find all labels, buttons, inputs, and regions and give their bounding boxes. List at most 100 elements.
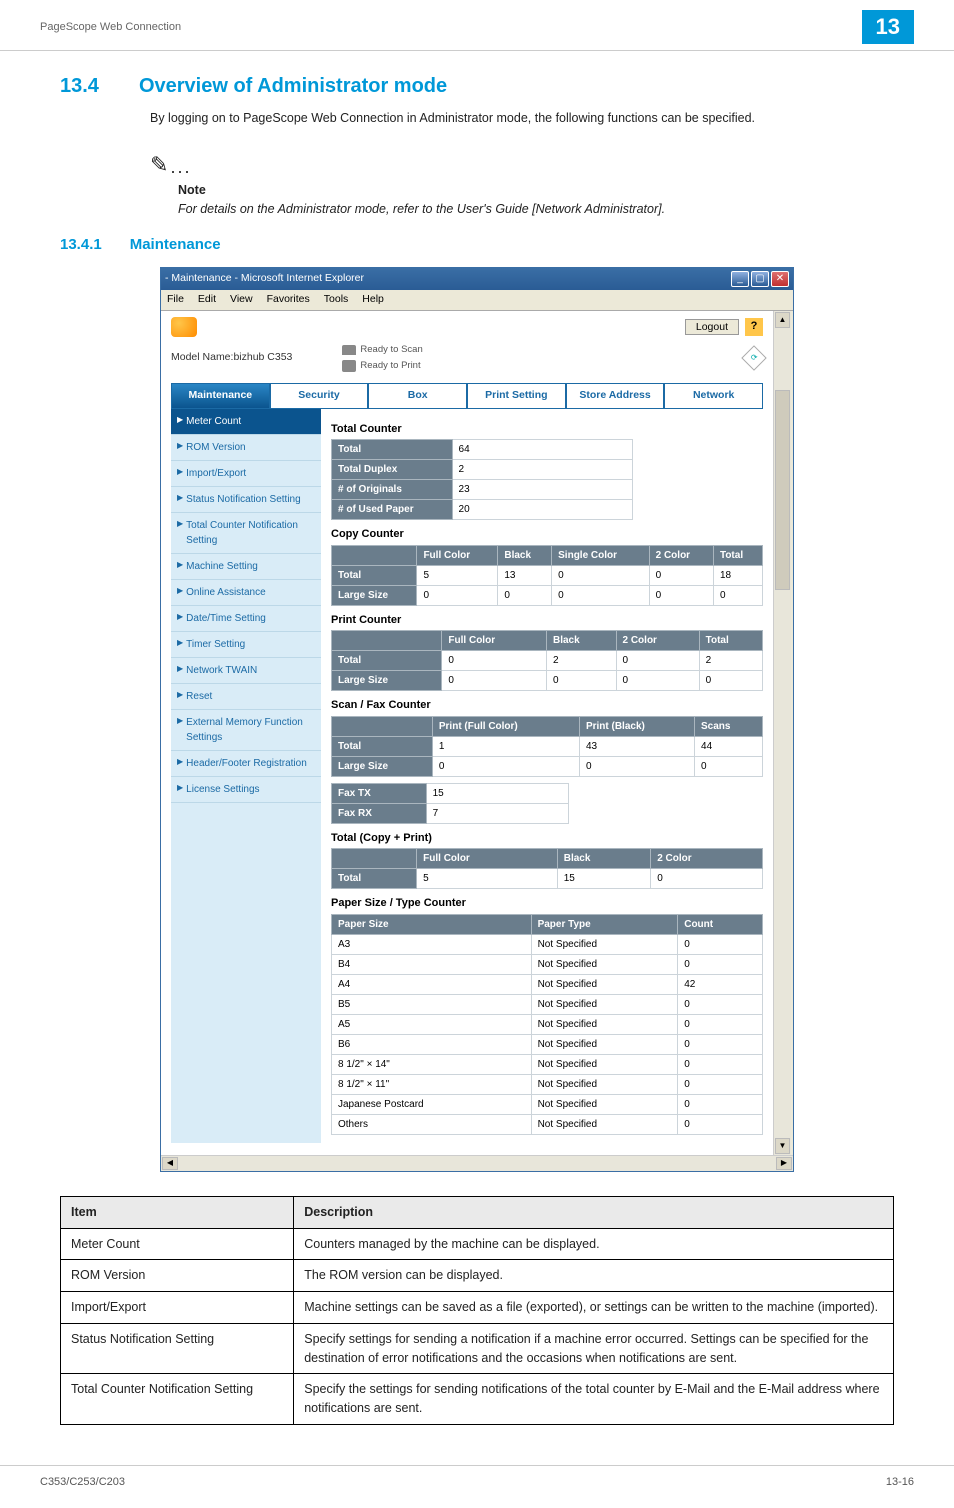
sidebar-item-meter-count[interactable]: ▶Meter Count <box>171 409 321 435</box>
window-title: - Maintenance - Microsoft Internet Explo… <box>165 271 731 287</box>
tab-maintenance[interactable]: Maintenance <box>171 383 270 409</box>
refresh-icon[interactable]: ⟳ <box>741 345 766 370</box>
table-paper-size: Paper Size Paper Type Count A3Not Specif… <box>331 914 763 1135</box>
tab-security[interactable]: Security <box>270 383 369 409</box>
group-copy-counter-title: Copy Counter <box>331 526 763 543</box>
scroll-up-icon[interactable]: ▲ <box>775 312 790 328</box>
sidebar-item-import-export[interactable]: ▶Import/Export <box>171 461 321 487</box>
table-print-counter: Full Color Black 2 Color Total Total0202… <box>331 630 763 691</box>
minimize-icon[interactable]: _ <box>731 271 749 287</box>
caret-icon: ▶ <box>177 466 183 481</box>
scroll-down-icon[interactable]: ▼ <box>775 1138 790 1154</box>
menu-tools[interactable]: Tools <box>324 292 349 308</box>
brand-logo-icon <box>171 317 197 337</box>
note-icon: ✎ ... <box>150 148 894 181</box>
menu-view[interactable]: View <box>230 292 253 308</box>
caret-icon: ▶ <box>177 756 183 771</box>
sidebar-item-external-memory[interactable]: ▶External Memory Function Settings <box>171 710 321 751</box>
table-row: OthersNot Specified0 <box>332 1114 763 1134</box>
chapter-badge: 13 <box>862 10 914 44</box>
table-total-counter: Total64 Total Duplex2 # of Originals23 #… <box>331 439 633 520</box>
sidebar-item-rom-version[interactable]: ▶ROM Version <box>171 435 321 461</box>
caret-icon: ▶ <box>177 782 183 797</box>
sidebar-item-network-twain[interactable]: ▶Network TWAIN <box>171 658 321 684</box>
note-text: For details on the Administrator mode, r… <box>178 200 894 219</box>
sidebar-item-reset[interactable]: ▶Reset <box>171 684 321 710</box>
caret-icon: ▶ <box>177 715 183 745</box>
sidebar-item-timer-setting[interactable]: ▶Timer Setting <box>171 632 321 658</box>
footer-page: 13-16 <box>886 1476 914 1488</box>
table-row: B5Not Specified0 <box>332 994 763 1014</box>
sidebar-item-status-notification[interactable]: ▶Status Notification Setting <box>171 487 321 513</box>
caret-icon: ▶ <box>177 414 183 429</box>
horizontal-scrollbar[interactable]: ◀ ▶ <box>161 1155 793 1171</box>
tab-print-setting[interactable]: Print Setting <box>467 383 566 409</box>
description-table: Item Description Meter CountCounters man… <box>60 1196 894 1425</box>
caret-icon: ▶ <box>177 663 183 678</box>
subsection-heading: 13.4.1 Maintenance <box>60 234 894 257</box>
group-scan-fax-title: Scan / Fax Counter <box>331 697 763 714</box>
sidebar-item-date-time[interactable]: ▶Date/Time Setting <box>171 606 321 632</box>
caret-icon: ▶ <box>177 585 183 600</box>
section-intro: By logging on to PageScope Web Connectio… <box>150 109 894 128</box>
menu-favorites[interactable]: Favorites <box>267 292 310 308</box>
window-titlebar: - Maintenance - Microsoft Internet Explo… <box>161 268 793 290</box>
group-paper-size-title: Paper Size / Type Counter <box>331 895 763 912</box>
scroll-thumb[interactable] <box>775 390 790 590</box>
maximize-icon[interactable]: ▢ <box>751 271 769 287</box>
logout-button[interactable]: Logout <box>685 319 739 335</box>
caret-icon: ▶ <box>177 611 183 626</box>
sidebar: ▶Meter Count ▶ROM Version ▶Import/Export… <box>171 409 321 1143</box>
footer-model: C353/C253/C203 <box>40 1476 886 1488</box>
table-fax: Fax TX15 Fax RX7 <box>331 783 569 824</box>
table-row: Status Notification SettingSpecify setti… <box>61 1323 894 1374</box>
col-description: Description <box>294 1196 894 1228</box>
table-row: Import/ExportMachine settings can be sav… <box>61 1292 894 1324</box>
sidebar-item-machine-setting[interactable]: ▶Machine Setting <box>171 554 321 580</box>
tab-network[interactable]: Network <box>664 383 763 409</box>
printer-icon <box>342 360 356 372</box>
table-row: B4Not Specified0 <box>332 954 763 974</box>
table-row: 8 1/2" × 11"Not Specified0 <box>332 1074 763 1094</box>
sidebar-item-total-counter-notification[interactable]: ▶Total Counter Notification Setting <box>171 513 321 554</box>
table-row: B6Not Specified0 <box>332 1034 763 1054</box>
running-title: PageScope Web Connection <box>40 21 862 33</box>
status-print: Ready to Print <box>342 359 422 373</box>
tab-store-address[interactable]: Store Address <box>566 383 665 409</box>
tab-box[interactable]: Box <box>368 383 467 409</box>
help-icon[interactable]: ? <box>745 318 763 336</box>
scroll-right-icon[interactable]: ▶ <box>776 1157 792 1170</box>
scroll-left-icon[interactable]: ◀ <box>162 1157 178 1170</box>
table-row: A5Not Specified0 <box>332 1014 763 1034</box>
group-print-counter-title: Print Counter <box>331 612 763 629</box>
menu-file[interactable]: File <box>167 292 184 308</box>
subsection-number: 13.4.1 <box>60 234 102 257</box>
menu-bar: File Edit View Favorites Tools Help <box>161 290 793 311</box>
main-pane: Total Counter Total64 Total Duplex2 # of… <box>321 409 763 1143</box>
page-footer: C353/C253/C203 13-16 <box>0 1465 954 1508</box>
section-heading: 13.4 Overview of Administrator mode <box>60 71 894 101</box>
caret-icon: ▶ <box>177 440 183 455</box>
status-scan: Ready to Scan <box>342 343 422 357</box>
table-row: Japanese PostcardNot Specified0 <box>332 1094 763 1114</box>
table-row: ROM VersionThe ROM version can be displa… <box>61 1260 894 1292</box>
close-icon[interactable]: ✕ <box>771 271 789 287</box>
table-row: A4Not Specified42 <box>332 974 763 994</box>
group-total-counter-title: Total Counter <box>331 421 763 438</box>
sidebar-item-online-assistance[interactable]: ▶Online Assistance <box>171 580 321 606</box>
group-total-cp-title: Total (Copy + Print) <box>331 830 763 847</box>
screenshot-window: - Maintenance - Microsoft Internet Explo… <box>160 267 794 1172</box>
section-number: 13.4 <box>60 71 99 101</box>
sidebar-item-license-settings[interactable]: ▶License Settings <box>171 777 321 803</box>
table-scan-fax-counter: Print (Full Color) Print (Black) Scans T… <box>331 716 763 777</box>
caret-icon: ▶ <box>177 559 183 574</box>
menu-edit[interactable]: Edit <box>198 292 216 308</box>
vertical-scrollbar[interactable]: ▲ ▼ <box>773 311 791 1155</box>
page-header: PageScope Web Connection 13 <box>0 0 954 51</box>
table-total-cp: Full Color Black 2 Color Total5150 <box>331 848 763 889</box>
menu-help[interactable]: Help <box>362 292 384 308</box>
caret-icon: ▶ <box>177 518 183 548</box>
sidebar-item-header-footer[interactable]: ▶Header/Footer Registration <box>171 751 321 777</box>
section-title: Overview of Administrator mode <box>139 71 447 101</box>
note-label: Note <box>178 181 894 200</box>
